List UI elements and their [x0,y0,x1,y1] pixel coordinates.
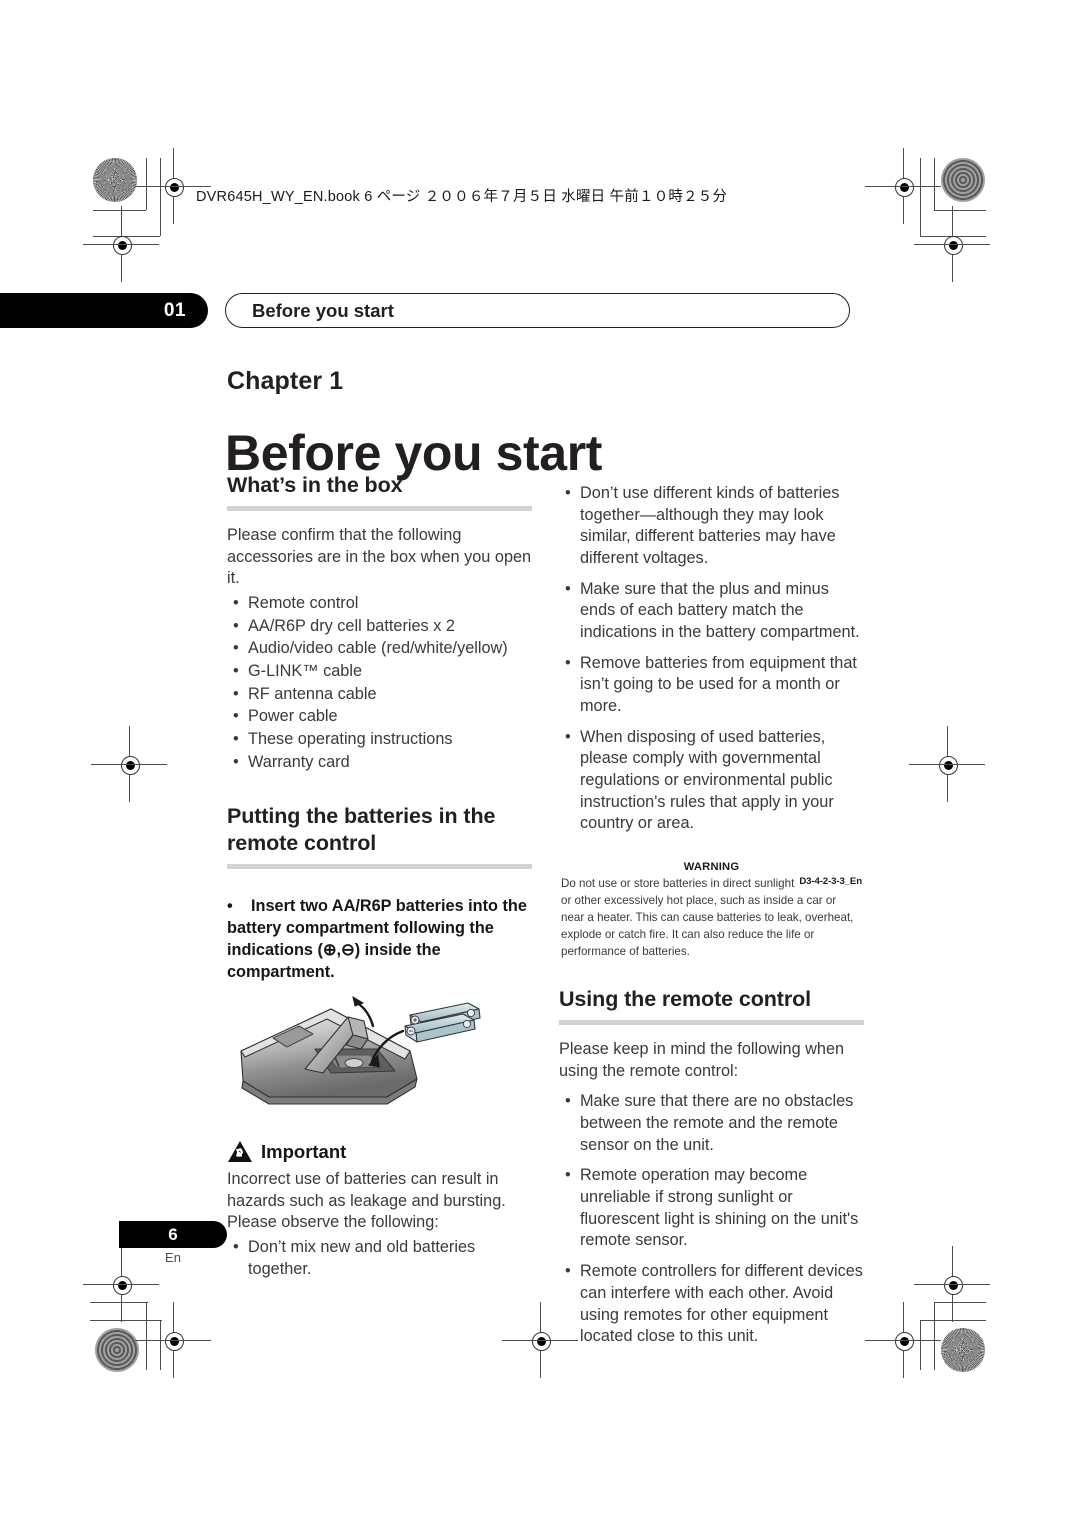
insert-batteries-instruction: • Insert two AA/R6P batteries into the ba… [227,895,532,983]
bullet-glyph: • [227,897,233,916]
list-item: G-LINK™ cable [227,661,532,683]
registration-mark [83,1246,159,1322]
crop-line [146,1302,147,1370]
section-heading-putting-the-batteries: Putting the batteries in the remote cont… [227,804,496,856]
list-item: Audio/video cable (red/white/yellow) [227,638,532,660]
registration-mark [502,1302,578,1378]
important-body: Incorrect use of batteries can result in… [227,1170,506,1232]
warning-title: WARNING [683,861,740,874]
using-remote-intro: Please keep in mind the following when u… [559,1040,845,1080]
crop-line [920,1320,921,1370]
running-head: 01 Before you start [0,293,860,328]
registration-mark [135,1302,211,1378]
registration-mark [914,206,990,282]
registration-mark [91,726,167,802]
crop-line [160,1320,161,1370]
list-item: Don’t mix new and old batteries together… [227,1237,532,1280]
left-column: What’s in the box Please confirm that th… [227,472,532,1280]
list-item: Power cable [227,706,532,728]
crop-line [920,236,986,237]
important-list: Don’t mix new and old batteries together… [227,1237,532,1280]
right-column: Don’t use different kinds of batteries t… [559,474,864,1348]
registration-mark [135,148,211,224]
battery-cautions-list: Don’t use different kinds of batteries t… [559,483,864,835]
density-patch-top-left [93,158,137,202]
crop-line [920,158,921,236]
warning-body-text: Do not use or store batteries in direct … [561,877,854,959]
page-number: 6 [119,1221,227,1248]
aa-batteries [404,1002,481,1043]
page-language: En [165,1250,181,1265]
registration-mark [865,148,941,224]
important-heading: Important [227,1140,532,1163]
crop-line [934,1302,935,1370]
heading-rule [227,505,532,511]
crop-line [93,210,146,211]
crop-line [90,1320,162,1321]
crop-line [90,1302,148,1303]
list-item: When disposing of used batteries, please… [559,727,864,835]
density-patch-bottom-left [95,1328,139,1372]
file-header-text: DVR645H_WY_EN.book 6 ページ ２００６年７月５日 水曜日 午… [196,189,728,205]
page-footer: 6 En [119,1221,259,1265]
section-heading-whats-in-the-box: What’s in the box [227,473,403,497]
whats-in-the-box-list: Remote control AA/R6P dry cell batteries… [227,593,532,773]
insert-batteries-text: Insert two AA/R6P batteries into the bat… [227,897,527,982]
list-item: Remote controllers for different devices… [559,1261,864,1348]
registration-mark [909,726,985,802]
list-item: Warranty card [227,752,532,774]
important-label: Important [261,1140,347,1162]
crop-line [934,158,935,210]
crop-line [160,158,161,236]
list-item: Remote control [227,593,532,615]
heading-rule [227,864,532,870]
list-item: Make sure that the plus and minus ends o… [559,579,864,644]
remote-control-illustration [240,995,481,1105]
warning-box: WARNING D3-4-2-3-3_En Do not use or store… [559,861,864,960]
density-patch-bottom-right [941,1328,985,1372]
crop-line [920,1320,986,1321]
whats-in-the-box-intro: Please confirm that the following access… [227,525,532,588]
list-item: RF antenna cable [227,684,532,706]
chapter-number-tab: 01 [0,293,208,328]
list-item: AA/R6P dry cell batteries x 2 [227,616,532,638]
list-item: These operating instructions [227,729,532,751]
crop-line [93,236,160,237]
printer-marks-layer [0,0,1080,1528]
crop-line [934,210,986,211]
chapter-label: Chapter 1 [227,367,344,395]
registration-mark [83,206,159,282]
warning-code: D3-4-2-3-3_En [799,876,862,888]
running-head-title: Before you start [225,293,850,328]
density-patch-top-right [941,158,985,202]
registration-mark [914,1246,990,1322]
section-heading-using-the-remote-control: Using the remote control [559,987,812,1012]
list-item: Remove batteries from equipment that isn… [559,653,864,718]
crop-line [146,158,147,210]
list-item: Remote operation may become unreliable i… [559,1165,864,1252]
heading-rule [559,1020,864,1026]
list-item: Don’t use different kinds of batteries t… [559,483,864,570]
warning-triangle-icon [228,1141,252,1163]
registration-mark [865,1302,941,1378]
warning-body: D3-4-2-3-3_En Do not use or store batteri… [561,875,862,960]
using-remote-list: Make sure that there are no obstacles be… [559,1091,864,1347]
list-item: Make sure that there are no obstacles be… [559,1091,864,1156]
crop-line [934,1302,986,1303]
